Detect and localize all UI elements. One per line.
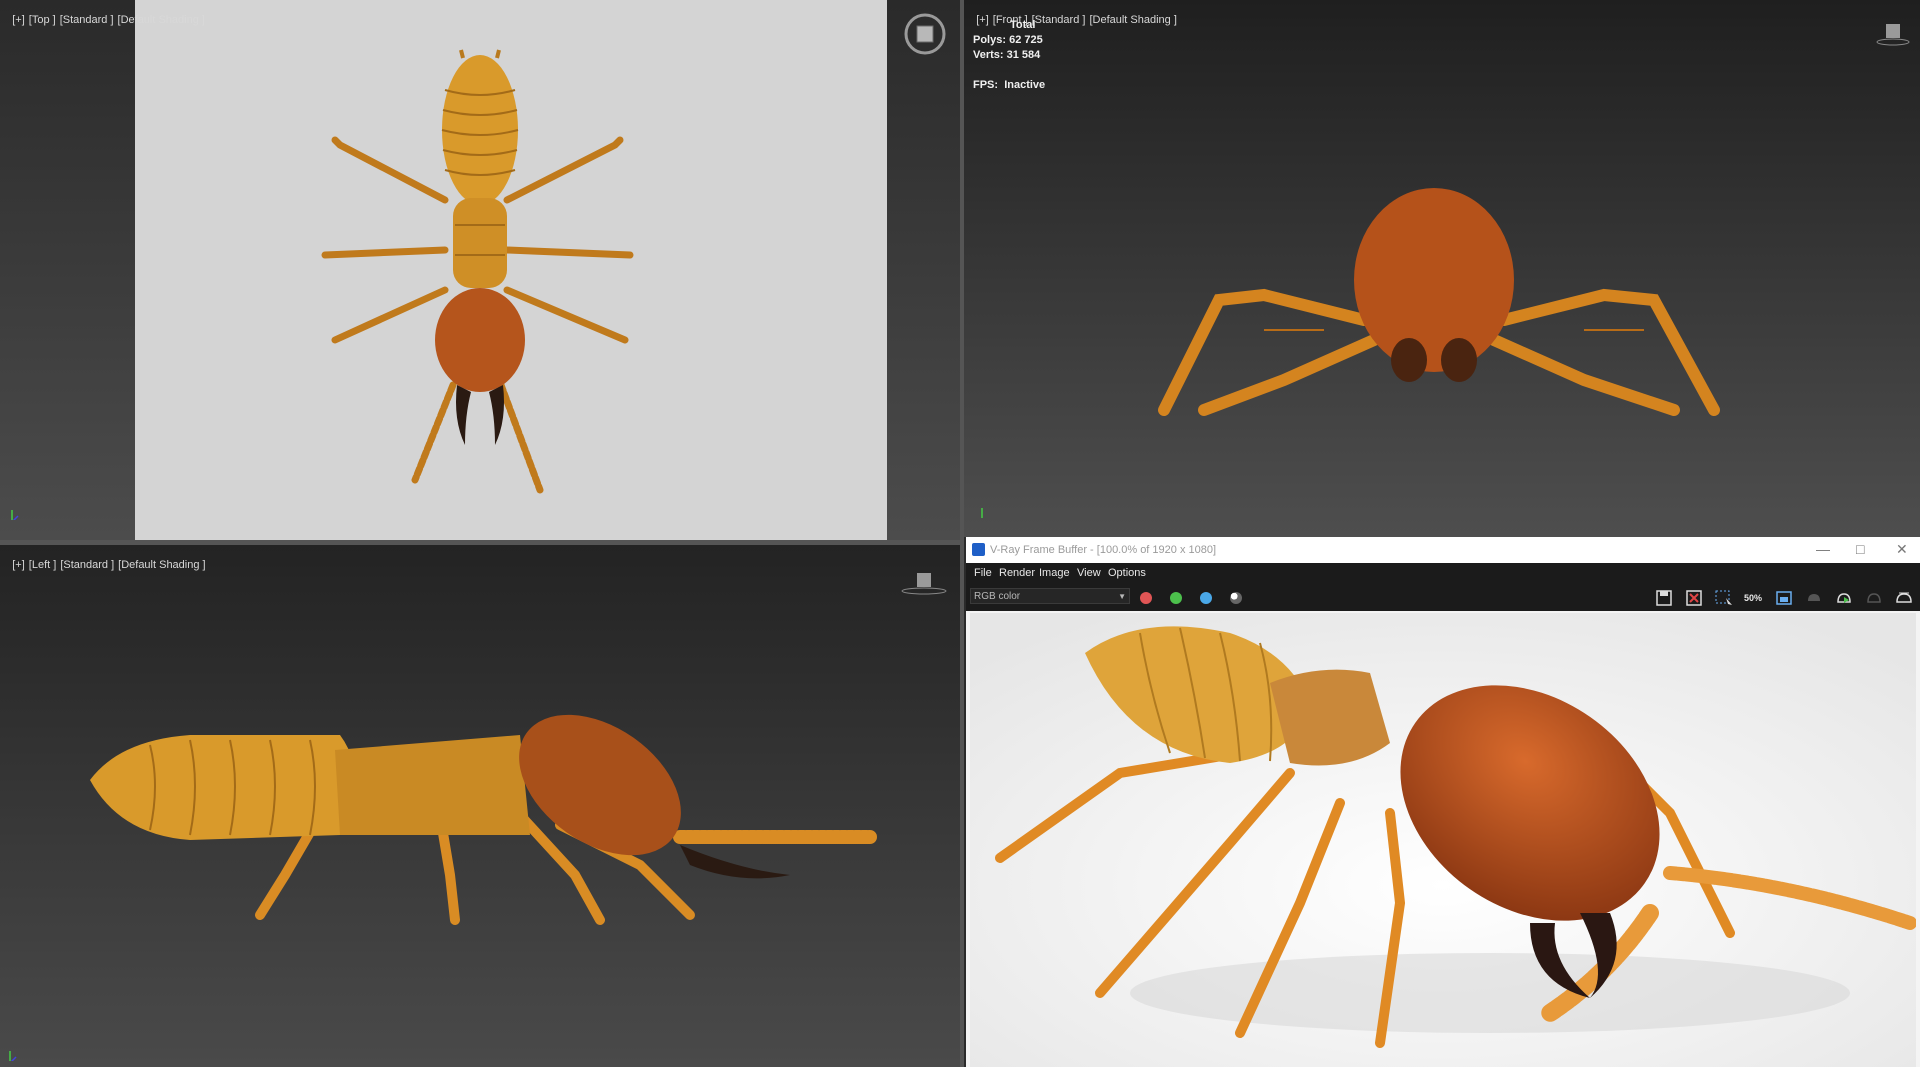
vfb-toolbar: RGB color ▼ 50%	[966, 583, 1920, 611]
menu-image[interactable]: Image	[1039, 567, 1070, 579]
viewport-menu-plus[interactable]: [+]	[12, 559, 25, 571]
viewport-left-label[interactable]: [+] [Left ] [Standard ] [Default Shading ]	[0, 547, 210, 583]
viewport-statistics: Total Polys: 62 725 Verts: 31 584 FPS: I…	[973, 18, 1045, 93]
zoom-badge[interactable]: 50%	[1744, 589, 1764, 607]
viewport-left[interactable]: [+] [Left ] [Standard ] [Default Shading ]	[0, 545, 960, 1067]
vfb-menu-bar: File Render Image View Options	[966, 563, 1920, 583]
termite-top-view	[321, 49, 634, 494]
termite-front-view	[1158, 188, 1720, 416]
menu-options[interactable]: Options	[1108, 567, 1146, 579]
termite-side-view	[90, 714, 877, 925]
interactive-render-icon[interactable]	[1834, 589, 1854, 607]
stop-render-icon	[1867, 593, 1881, 603]
viewport-menu-plus[interactable]: [+]	[12, 14, 25, 26]
render-teapot-icon[interactable]	[1894, 589, 1914, 607]
viewcube-icon[interactable]	[903, 12, 947, 56]
rendered-image[interactable]	[970, 613, 1916, 1067]
red-channel-button[interactable]	[1140, 592, 1152, 604]
compare-icon[interactable]	[1774, 589, 1794, 607]
viewcube-icon[interactable]	[1876, 20, 1910, 48]
viewport-view-name[interactable]: [Left ]	[29, 559, 57, 571]
viewport-top[interactable]: [+] [Top ] [Standard ] [Default Shading ]	[0, 0, 960, 540]
menu-view[interactable]: View	[1077, 567, 1101, 579]
stats-header: Total	[1010, 19, 1036, 31]
maximize-icon[interactable]: □	[1856, 541, 1864, 557]
axis-tripod-icon	[11, 510, 19, 520]
green-channel-button[interactable]	[1170, 592, 1182, 604]
chevron-down-icon: ▼	[1118, 592, 1126, 601]
alpha-channel-button[interactable]	[1230, 592, 1242, 604]
minimize-icon[interactable]: —	[1816, 541, 1830, 557]
viewport-divider-vertical[interactable]	[960, 0, 964, 1067]
vray-logo-icon	[972, 543, 985, 556]
axis-tripod-icon	[981, 508, 983, 518]
viewport-mode[interactable]: [Standard ]	[60, 14, 114, 26]
viewport-divider-horizontal[interactable]	[0, 540, 964, 545]
viewport-shading[interactable]: [Default Shading ]	[118, 14, 205, 26]
axis-tripod-icon	[9, 1051, 17, 1061]
stats-fps: FPS: Inactive	[973, 79, 1046, 91]
menu-file[interactable]: File	[974, 567, 992, 579]
viewport-shading[interactable]: [Default Shading ]	[118, 559, 205, 571]
vfb-title-bar[interactable]: V-Ray Frame Buffer - [100.0% of 1920 x 1…	[966, 537, 1920, 563]
blue-channel-button[interactable]	[1200, 592, 1212, 604]
viewport-shading[interactable]: [Default Shading ]	[1089, 14, 1176, 26]
channel-select[interactable]: RGB color ▼	[970, 588, 1130, 604]
clear-image-icon[interactable]	[1684, 589, 1704, 607]
termite-render	[970, 613, 1916, 1067]
viewport-front[interactable]: [+] [Front ] [Standard ] [Default Shading ]…	[964, 0, 1920, 537]
save-image-icon[interactable]	[1654, 589, 1674, 607]
region-render-icon[interactable]	[1714, 589, 1734, 607]
close-icon[interactable]: ✕	[1896, 541, 1908, 558]
menu-render[interactable]: Render	[999, 567, 1035, 579]
viewcube-icon[interactable]	[900, 569, 948, 597]
stats-verts: Verts: 31 584	[973, 49, 1041, 61]
viewport-view-name[interactable]: [Top ]	[29, 14, 56, 26]
viewport-mode[interactable]: [Standard ]	[60, 559, 114, 571]
vray-frame-buffer-window[interactable]: V-Ray Frame Buffer - [100.0% of 1920 x 1…	[966, 537, 1920, 1067]
vfb-title: V-Ray Frame Buffer - [100.0% of 1920 x 1…	[990, 544, 1217, 556]
stats-polys: Polys: 62 725	[973, 34, 1043, 46]
viewport-top-label[interactable]: [+] [Top ] [Standard ] [Default Shading ]	[0, 2, 209, 38]
teapot-disabled-icon	[1808, 594, 1820, 601]
